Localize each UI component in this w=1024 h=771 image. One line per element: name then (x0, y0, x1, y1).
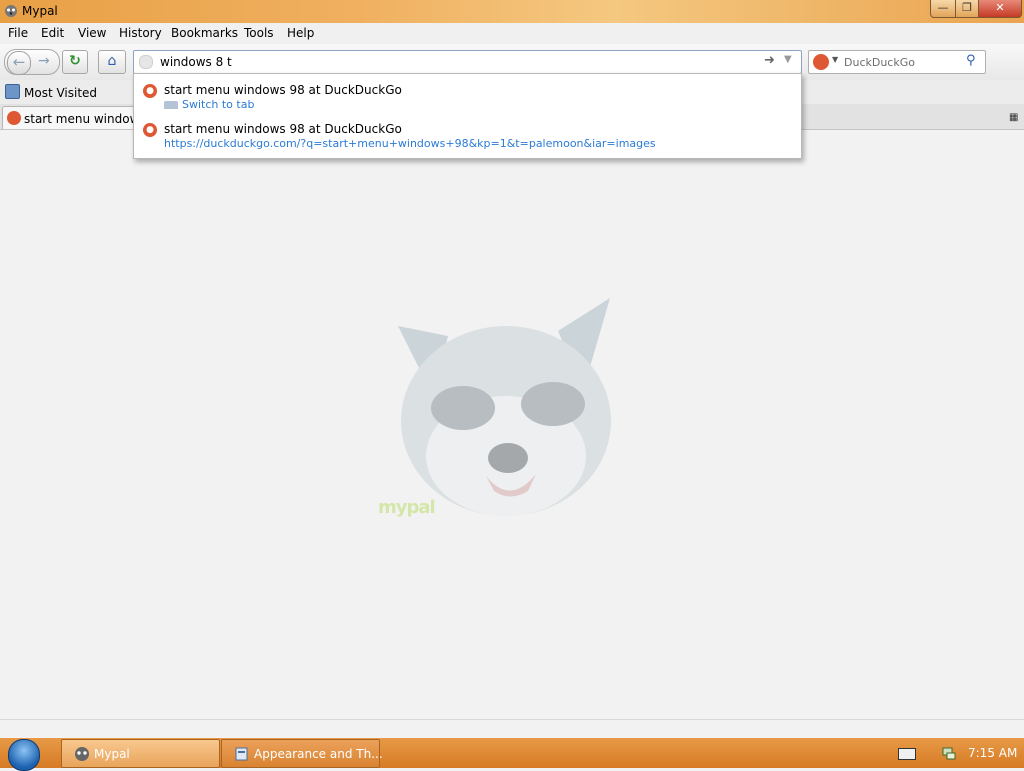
close-button[interactable]: ✕ (978, 0, 1022, 18)
duckduckgo-icon[interactable] (813, 54, 829, 70)
autocomplete-item[interactable]: ● start menu windows 98 at DuckDuckGo Sw… (134, 75, 801, 113)
most-visited-bookmark[interactable]: Most Visited (24, 86, 97, 100)
minimize-button[interactable]: — (930, 0, 956, 18)
windows-taskbar: Mypal Appearance and Th... 7:15 AM (0, 738, 1024, 771)
search-input[interactable]: DuckDuckGo (844, 56, 915, 69)
forward-icon[interactable]: → (38, 51, 50, 72)
network-icon[interactable] (941, 745, 957, 761)
maximize-button[interactable]: ❐ (955, 0, 979, 18)
reload-icon[interactable]: ↻ (62, 50, 88, 74)
mypal-icon (75, 747, 89, 761)
mypal-mascot-image (398, 298, 611, 516)
menu-edit[interactable]: Edit (41, 26, 64, 40)
autocomplete-subtitle: Switch to tab (164, 98, 254, 111)
control-panel-icon (235, 747, 248, 761)
dropdown-icon[interactable]: ▼ (784, 54, 792, 65)
back-icon[interactable]: ← (7, 51, 31, 75)
chevron-down-icon[interactable]: ▼ (832, 55, 838, 64)
menu-bar: File Edit View History Bookmarks Tools H… (0, 23, 1024, 44)
keyboard-icon[interactable] (898, 748, 916, 760)
search-icon[interactable]: ⚲ (966, 53, 976, 68)
menu-file[interactable]: File (8, 26, 28, 40)
menu-view[interactable]: View (78, 26, 106, 40)
taskbar-item-mypal[interactable]: Mypal (61, 739, 220, 768)
back-forward-group: ← → (4, 49, 60, 75)
go-arrow-icon[interactable]: ➜ (764, 53, 775, 68)
tab-grid-icon[interactable]: ▦ (1009, 112, 1018, 123)
url-input[interactable]: windows 8 t (160, 55, 232, 69)
bookmark-icon (5, 84, 20, 99)
url-bar[interactable]: windows 8 t ➜ ▼ (133, 50, 802, 74)
switch-tab-icon (164, 101, 178, 109)
menu-bookmarks[interactable]: Bookmarks (171, 26, 238, 40)
home-icon[interactable]: ⌂ (98, 50, 126, 74)
duckduckgo-icon: ● (143, 123, 157, 137)
autocomplete-item[interactable]: ● start menu windows 98 at DuckDuckGo ht… (134, 114, 801, 152)
autocomplete-url: https://duckduckgo.com/?q=start+menu+win… (164, 137, 656, 150)
menu-history[interactable]: History (119, 26, 162, 40)
mypal-icon (5, 5, 17, 17)
duckduckgo-icon: ● (143, 84, 157, 98)
globe-icon (139, 55, 153, 69)
autocomplete-title: start menu windows 98 at DuckDuckGo (164, 83, 402, 97)
status-bar (0, 719, 1024, 739)
taskbar-item-label: Appearance and Th... (254, 747, 383, 761)
windows-start-icon[interactable] (8, 739, 40, 771)
clock[interactable]: 7:15 AM (968, 746, 1017, 760)
taskbar-item-label: Mypal (94, 747, 130, 761)
url-autocomplete-popup: ● start menu windows 98 at DuckDuckGo Sw… (133, 73, 802, 159)
autocomplete-title: start menu windows 98 at DuckDuckGo (164, 122, 402, 136)
menu-help[interactable]: Help (287, 26, 314, 40)
switch-to-tab-label: Switch to tab (182, 98, 255, 111)
window-title: Mypal (22, 4, 58, 18)
search-bar[interactable]: ▼ DuckDuckGo ⚲ (808, 50, 986, 74)
title-bar: Mypal — ❐ ✕ (0, 0, 1024, 23)
menu-tools[interactable]: Tools (244, 26, 274, 40)
taskbar-item-appearance[interactable]: Appearance and Th... (221, 739, 383, 768)
mypal-logo-text: mypal (378, 497, 436, 518)
duckduckgo-icon (7, 111, 21, 125)
